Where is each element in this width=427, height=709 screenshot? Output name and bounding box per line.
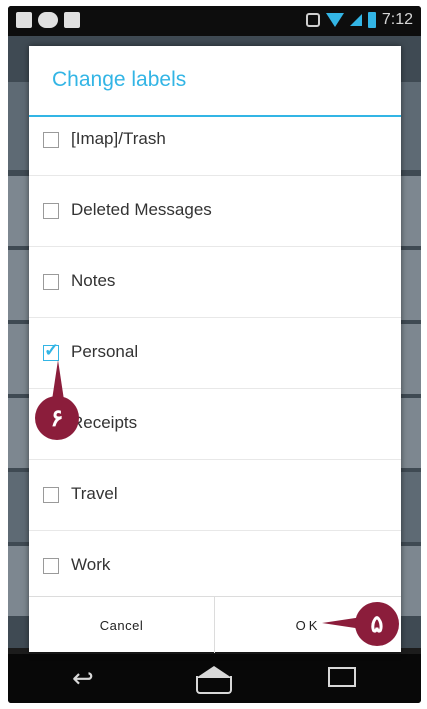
checkbox[interactable] (43, 274, 59, 290)
back-icon[interactable]: ↩ (72, 665, 94, 691)
wifi-icon (325, 13, 344, 27)
callout-pointer (52, 360, 64, 400)
label-item-personal[interactable]: Personal (29, 318, 401, 389)
change-labels-dialog: Change labels [Imap]/Trash Deleted Messa… (29, 46, 401, 653)
label-text: Deleted Messages (71, 200, 212, 219)
sync-icon (305, 13, 320, 27)
notification-icon (16, 12, 32, 28)
label-item-deleted-messages[interactable]: Deleted Messages (29, 176, 401, 247)
gamepad-icon (38, 12, 58, 28)
navigation-bar: ↩ (8, 654, 421, 703)
callout-marker-5: ۵ (355, 602, 399, 646)
checkbox[interactable] (43, 203, 59, 219)
label-text: Notes (71, 271, 116, 290)
recent-apps-icon[interactable] (328, 667, 356, 687)
label-text: Personal (71, 342, 139, 361)
label-text: Work (71, 555, 111, 574)
checkbox-checked[interactable] (43, 340, 59, 361)
dialog-title: Change labels (52, 68, 187, 91)
checkbox[interactable] (43, 487, 59, 503)
cancel-button[interactable]: Cancel (29, 597, 215, 653)
signal-icon (349, 14, 362, 26)
clock: 7:12 (381, 11, 413, 28)
label-item-work[interactable]: Work (29, 531, 401, 589)
label-text: [Imap]/Trash (71, 129, 166, 148)
home-icon[interactable] (196, 676, 232, 694)
checkbox[interactable] (43, 558, 59, 574)
label-text: Receipts (71, 413, 138, 432)
status-bar: 7:12 (8, 6, 421, 36)
callout-marker-6: ۶ (35, 396, 79, 440)
label-item-imap-trash[interactable]: [Imap]/Trash (29, 117, 401, 176)
label-item-notes[interactable]: Notes (29, 247, 401, 318)
checkbox[interactable] (43, 132, 59, 148)
battery-icon (367, 12, 376, 28)
label-text: Travel (71, 484, 118, 503)
label-item-travel[interactable]: Travel (29, 460, 401, 531)
label-list: [Imap]/Trash Deleted Messages Notes Pers… (29, 117, 401, 589)
notification-icon (64, 12, 80, 28)
label-item-receipts[interactable]: Receipts (29, 389, 401, 460)
